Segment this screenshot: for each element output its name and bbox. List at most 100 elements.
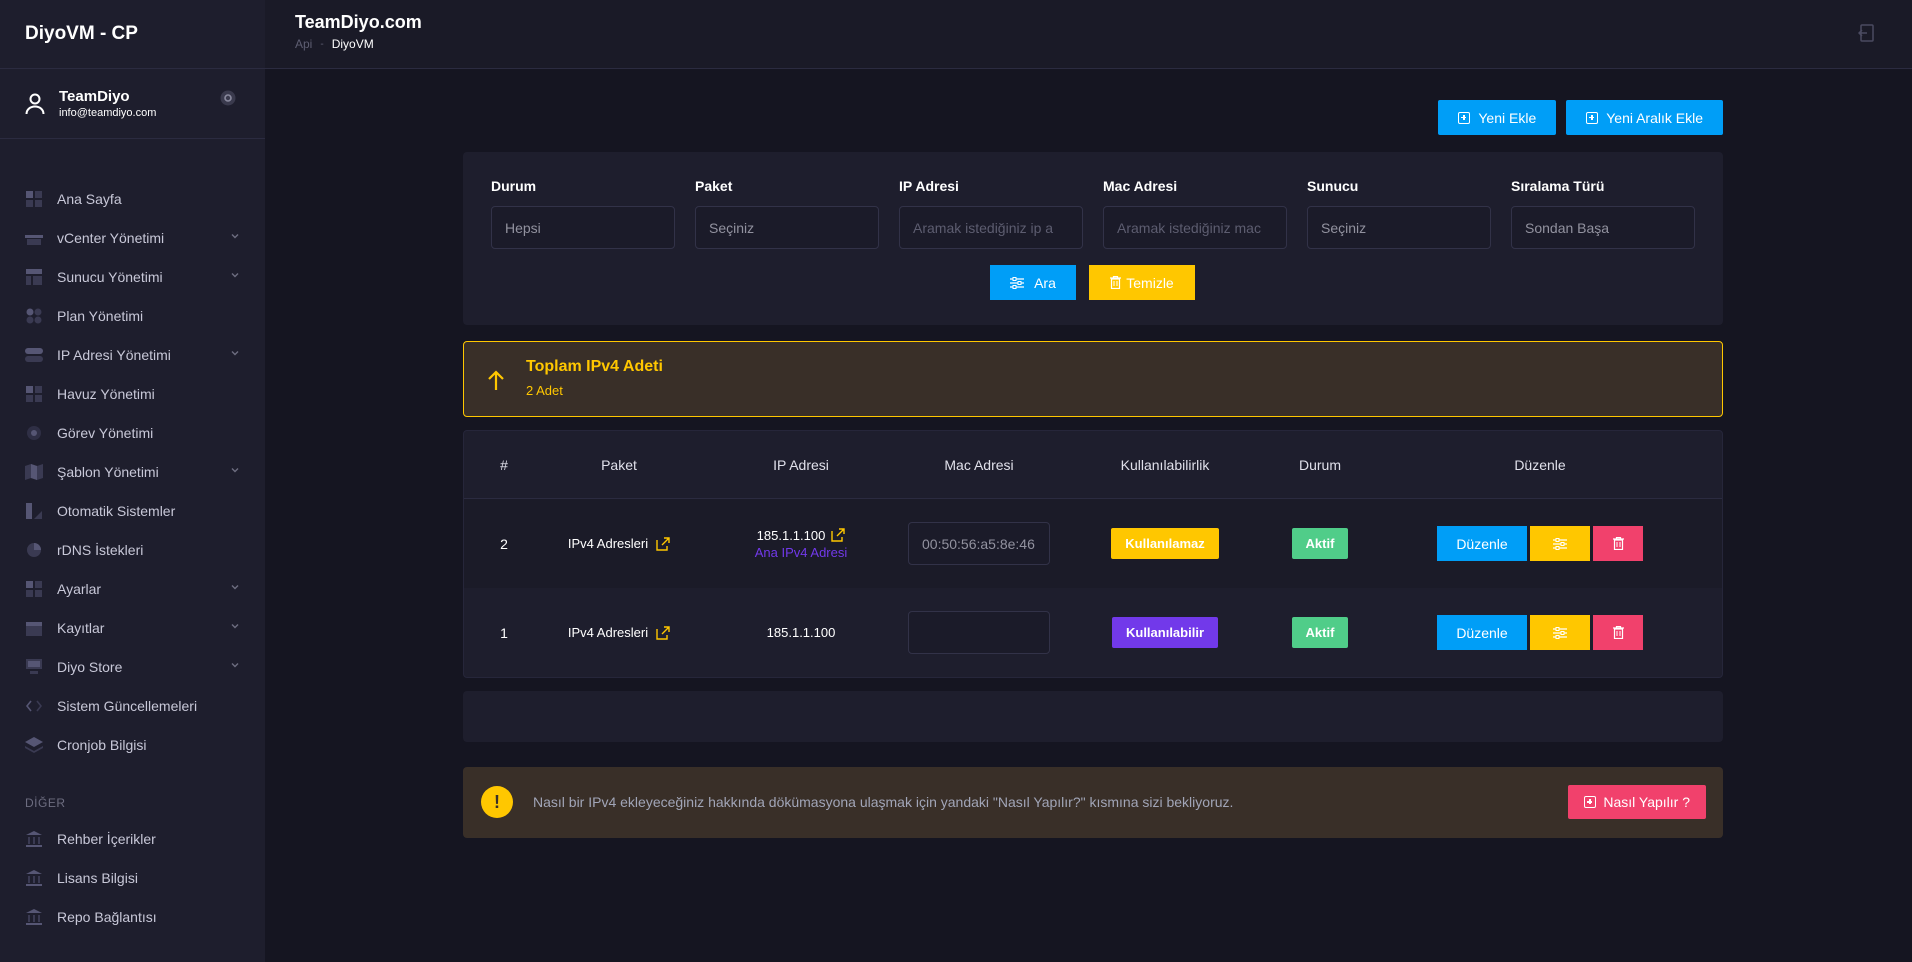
plus-icon — [1458, 111, 1471, 124]
sidebar-item-havuz[interactable]: Havuz Yönetimi — [0, 374, 265, 413]
status-cell: Aktif — [1280, 528, 1360, 559]
availability-badge: Kullanılamaz — [1111, 528, 1219, 559]
sidebar-item-plan[interactable]: Plan Yönetimi — [0, 296, 265, 335]
search-button-label: Ara — [1034, 274, 1056, 291]
toggle-icon — [25, 346, 43, 364]
sliders-icon — [1010, 276, 1025, 289]
breadcrumb-separator: - — [320, 38, 324, 50]
col-header: Mac Adresi — [944, 456, 1014, 473]
delete-button[interactable] — [1593, 526, 1643, 561]
delete-button[interactable] — [1593, 615, 1643, 650]
sidebar-item-sistem-guncellemeleri[interactable]: Sistem Güncellemeleri — [0, 686, 265, 725]
info-card: ! Nasıl bir IPv4 ekleyeceğiniz hakkında … — [463, 767, 1723, 838]
ip-link[interactable]: 185.1.1.100 — [757, 528, 846, 543]
mac-cell: 00:50:56:a5:8e:46 — [908, 522, 1050, 565]
sidebar-menu: Ana Sayfa vCenter Yönetimi Sunucu Yöneti… — [0, 139, 265, 936]
filter-label: Durum — [491, 178, 537, 194]
section-label-other: DİĞER — [25, 796, 66, 810]
store-icon — [25, 658, 43, 676]
sidebar-item-sablon[interactable]: Şablon Yönetimi — [0, 452, 265, 491]
arrow-up-icon — [488, 370, 504, 390]
sidebar-item-label: Şablon Yönetimi — [57, 463, 159, 480]
sidebar-item-otomatik[interactable]: Otomatik Sistemler — [0, 491, 265, 530]
sidebar-item-lisans[interactable]: Lisans Bilgisi — [0, 858, 265, 897]
brand-logo[interactable]: DiyoVM - CP — [0, 0, 265, 69]
col-header: Paket — [601, 456, 637, 473]
sidebar-item-rehber[interactable]: Rehber İçerikler — [0, 819, 265, 858]
toolbar: Yeni Ekle Yeni Aralık Ekle — [463, 100, 1723, 135]
sidebar-item-diyo-store[interactable]: Diyo Store — [0, 647, 265, 686]
basket-icon — [25, 229, 43, 247]
sidebar-item-label: Diyo Store — [57, 658, 123, 675]
ip-table: # Paket IP Adresi Mac Adresi Kullanılabi… — [463, 430, 1723, 678]
plus-icon — [1586, 111, 1599, 124]
paket-select[interactable]: Seçiniz — [695, 206, 879, 249]
add-range-label: Yeni Aralık Ekle — [1606, 109, 1703, 126]
sidebar-item-label: Sunucu Yönetimi — [57, 268, 163, 285]
logout-icon[interactable] — [1858, 24, 1874, 42]
how-to-label: Nasıl Yapılır ? — [1603, 794, 1690, 810]
ip-search-input[interactable]: Aramak istediğiniz ip a — [899, 206, 1083, 249]
add-range-button[interactable]: Yeni Aralık Ekle — [1566, 100, 1723, 135]
table-row: 1 IPv4 Adresleri 185.1.1.100 Kullanılabi… — [464, 588, 1722, 677]
mac-input[interactable]: 00:50:56:a5:8e:46 — [908, 522, 1050, 565]
package-link[interactable]: IPv4 Adresleri — [568, 536, 670, 551]
package-link[interactable]: IPv4 Adresleri — [568, 625, 670, 640]
ip-value: 185.1.1.100 — [756, 527, 826, 543]
row-id: 2 — [500, 535, 508, 552]
settings-button[interactable] — [1530, 615, 1590, 650]
sidebar-item-ana-sayfa[interactable]: Ana Sayfa — [0, 179, 265, 218]
sidebar-item-cronjob[interactable]: Cronjob Bilgisi — [0, 725, 265, 764]
breadcrumb-item-current: DiyoVM — [331, 37, 374, 51]
sidebar-item-sunucu[interactable]: Sunucu Yönetimi — [0, 257, 265, 296]
grid-icon — [25, 190, 43, 208]
sidebar-item-rdns[interactable]: rDNS İstekleri — [0, 530, 265, 569]
chevron-down-icon — [231, 585, 239, 590]
availability-cell: Kullanılabilir — [1050, 617, 1280, 648]
filter-mac: Mac Adresi Aramak istediğiniz mac — [1103, 178, 1287, 249]
code-icon — [25, 697, 43, 715]
info-text: Nasıl bir IPv4 ekleyeceğiniz hakkında dö… — [533, 794, 1234, 810]
grid-icon — [25, 580, 43, 598]
breadcrumb-item[interactable]: Api — [295, 37, 312, 51]
edit-button[interactable]: Düzenle — [1437, 615, 1527, 650]
add-new-button[interactable]: Yeni Ekle — [1438, 100, 1557, 135]
sidebar-item-gorev[interactable]: Görev Yönetimi — [0, 413, 265, 452]
mac-input[interactable] — [908, 611, 1050, 654]
sidebar-item-repo[interactable]: Repo Bağlantısı — [0, 897, 265, 936]
sidebar-item-vcenter[interactable]: vCenter Yönetimi — [0, 218, 265, 257]
breadcrumb: Api - DiyoVM — [295, 37, 374, 51]
clear-button-label: Temizle — [1126, 274, 1174, 291]
edit-button[interactable]: Düzenle — [1437, 526, 1527, 561]
grid-icon — [25, 385, 43, 403]
table-header: # Paket IP Adresi Mac Adresi Kullanılabi… — [464, 431, 1722, 499]
status-badge: Aktif — [1291, 617, 1349, 648]
target-icon — [25, 424, 43, 442]
sidebar-item-label: Otomatik Sistemler — [57, 502, 176, 519]
settings-button[interactable] — [1530, 526, 1590, 561]
col-header: Düzenle — [1514, 456, 1566, 473]
trash-icon — [1612, 537, 1624, 550]
clear-button[interactable]: Temizle — [1089, 265, 1195, 300]
search-button[interactable]: Ara — [990, 265, 1076, 300]
how-to-button[interactable]: Nasıl Yapılır ? — [1568, 785, 1706, 819]
durum-select[interactable]: Hepsi — [491, 206, 675, 249]
mac-search-input[interactable]: Aramak istediğiniz mac — [1103, 206, 1287, 249]
gear-icon[interactable] — [219, 89, 237, 107]
trash-icon — [1612, 626, 1624, 639]
sidebar-item-kayitlar[interactable]: Kayıtlar — [0, 608, 265, 647]
actions-cell: Düzenle — [1360, 526, 1720, 561]
siralama-select[interactable]: Sondan Başa — [1511, 206, 1695, 249]
col-header: IP Adresi — [773, 456, 829, 473]
chevron-down-icon — [231, 234, 239, 239]
chevron-down-icon — [231, 351, 239, 356]
availability-cell: Kullanılamaz — [1050, 528, 1280, 559]
mac-cell — [908, 611, 1050, 654]
sunucu-select[interactable]: Seçiniz — [1307, 206, 1491, 249]
col-header: Durum — [1298, 456, 1341, 473]
sidebar-item-ip-adresi[interactable]: IP Adresi Yönetimi — [0, 335, 265, 374]
filter-actions: Ara Temizle — [990, 265, 1195, 300]
sidebar-item-ayarlar[interactable]: Ayarlar — [0, 569, 265, 608]
filter-grid: Durum Hepsi Paket Seçiniz IP Adresi Aram… — [491, 178, 1695, 249]
sidebar-item-label: Repo Bağlantısı — [57, 908, 157, 925]
